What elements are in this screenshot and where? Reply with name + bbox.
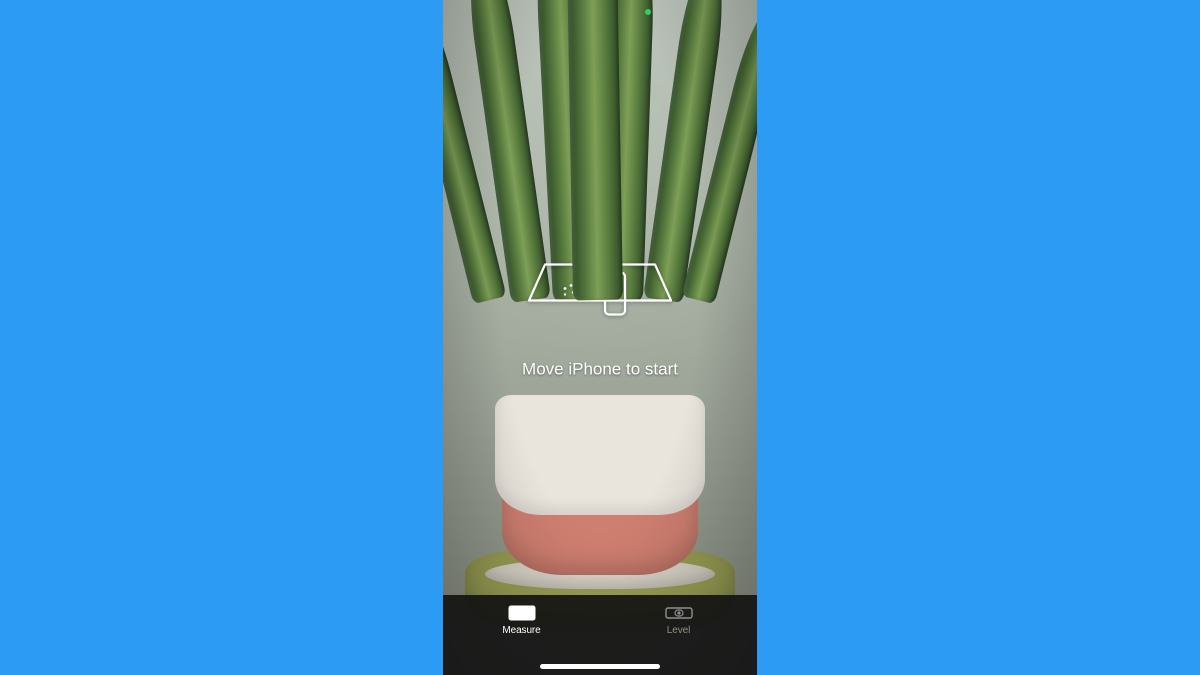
- ruler-icon: [508, 603, 536, 623]
- tab-measure-label: Measure: [502, 625, 540, 636]
- ar-onboarding-hint: Move iPhone to start: [522, 255, 678, 380]
- move-phone-over-plane-icon: [525, 255, 675, 340]
- phone-screen: Move iPhone to start Measure Level: [443, 0, 757, 675]
- ar-hint-text: Move iPhone to start: [522, 360, 678, 380]
- level-icon: [665, 603, 693, 623]
- camera-active-indicator-icon: [645, 9, 651, 15]
- tab-bar: Measure Level: [443, 595, 757, 675]
- tab-level-label: Level: [667, 625, 690, 636]
- tab-measure[interactable]: Measure: [467, 603, 577, 636]
- home-indicator[interactable]: [540, 664, 660, 669]
- tab-level[interactable]: Level: [624, 603, 734, 636]
